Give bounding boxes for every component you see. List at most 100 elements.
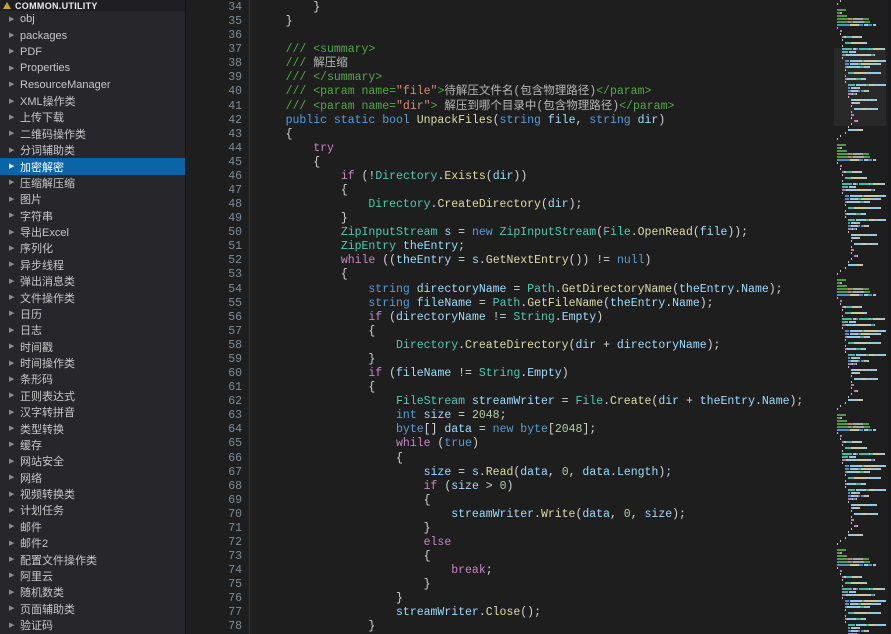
code-line-37[interactable]: 37/// <summary> [186, 43, 829, 57]
line-number: 70 [186, 508, 242, 522]
sidebar-item-14[interactable]: ▶导出Excel [0, 224, 185, 240]
sidebar-item-13[interactable]: ▶字符串 [0, 208, 185, 224]
sidebar-item-32[interactable]: ▶邮件 [0, 519, 185, 535]
sidebar-item-label: 上传下载 [20, 109, 64, 125]
sidebar-item-24[interactable]: ▶正则表达式 [0, 388, 185, 404]
sidebar-item-12[interactable]: ▶图片 [0, 191, 185, 207]
code-line-38[interactable]: 38/// 解压缩 [186, 57, 829, 71]
sidebar-item-17[interactable]: ▶弹出消息类 [0, 273, 185, 289]
code-line-57[interactable]: 57{ [186, 325, 829, 339]
sidebar-item-3[interactable]: ▶PDF [0, 44, 185, 60]
code-text: /// <param name="file">待解压文件名(包含物理路径)</p… [258, 85, 651, 99]
minimap-slider[interactable] [834, 48, 886, 126]
code-line-62[interactable]: 62FileStream streamWriter = File.Create(… [186, 395, 829, 409]
sidebar-item-7[interactable]: ▶上传下载 [0, 109, 185, 125]
sidebar-item-21[interactable]: ▶时间戳 [0, 339, 185, 355]
code-line-74[interactable]: 74break; [186, 564, 829, 578]
sidebar-item-33[interactable]: ▶邮件2 [0, 535, 185, 551]
code-line-77[interactable]: 77streamWriter.Close(); [186, 606, 829, 620]
code-line-76[interactable]: 76} [186, 592, 829, 606]
code-line-49[interactable]: 49} [186, 212, 829, 226]
code-line-72[interactable]: 72else [186, 536, 829, 550]
code-line-56[interactable]: 56if (directoryName != String.Empty) [186, 311, 829, 325]
sidebar-item-30[interactable]: ▶视频转换类 [0, 486, 185, 502]
code-line-61[interactable]: 61{ [186, 381, 829, 395]
sidebar-item-18[interactable]: ▶文件操作类 [0, 289, 185, 305]
code-line-68[interactable]: 68if (size > 0) [186, 480, 829, 494]
sidebar-item-label: XML操作类 [20, 93, 76, 109]
code-line-41[interactable]: 41/// <param name="dir"> 解压到哪个目录中(包含物理路径… [186, 100, 829, 114]
code-line-48[interactable]: 48Directory.CreateDirectory(dir); [186, 198, 829, 212]
sidebar-item-5[interactable]: ▶ResourceManager [0, 77, 185, 93]
code-line-44[interactable]: 44try [186, 142, 829, 156]
code-line-64[interactable]: 64byte[] data = new byte[2048]; [186, 423, 829, 437]
code-line-69[interactable]: 69{ [186, 494, 829, 508]
code-line-45[interactable]: 45{ [186, 156, 829, 170]
sidebar-item-29[interactable]: ▶网络 [0, 470, 185, 486]
sidebar-item-4[interactable]: ▶Properties [0, 60, 185, 76]
minimap[interactable] [834, 0, 886, 634]
code-line-54[interactable]: 54string directoryName = Path.GetDirecto… [186, 283, 829, 297]
code-line-36[interactable]: 36 [186, 29, 829, 43]
chevron-right-icon: ▶ [9, 261, 20, 268]
sidebar-item-19[interactable]: ▶日历 [0, 306, 185, 322]
code-line-66[interactable]: 66{ [186, 452, 829, 466]
code-line-35[interactable]: 35} [186, 15, 829, 29]
code-line-40[interactable]: 40/// <param name="file">待解压文件名(包含物理路径)<… [186, 85, 829, 99]
project-root-node[interactable]: COMMON.UTILITY [0, 0, 185, 11]
sidebar-item-label: ResourceManager [20, 79, 111, 91]
sidebar-item-1[interactable]: ▶obj [0, 11, 185, 27]
code-text: /// 解压缩 [258, 57, 348, 71]
sidebar-item-9[interactable]: ▶分词辅助类 [0, 142, 185, 158]
code-text: while (true) [258, 437, 479, 451]
sidebar-item-16[interactable]: ▶异步线程 [0, 257, 185, 273]
sidebar-item-8[interactable]: ▶二维码操作类 [0, 126, 185, 142]
sidebar-item-label: 缓存 [20, 437, 42, 453]
sidebar-item-35[interactable]: ▶阿里云 [0, 568, 185, 584]
sidebar-item-label: 类型转换 [20, 421, 64, 437]
code-line-58[interactable]: 58Directory.CreateDirectory(dir + direct… [186, 339, 829, 353]
sidebar-item-26[interactable]: ▶类型转换 [0, 420, 185, 436]
code-line-47[interactable]: 47{ [186, 184, 829, 198]
code-line-52[interactable]: 52while ((theEntry = s.GetNextEntry()) !… [186, 254, 829, 268]
code-line-65[interactable]: 65while (true) [186, 437, 829, 451]
code-line-43[interactable]: 43{ [186, 128, 829, 142]
sidebar-item-31[interactable]: ▶计划任务 [0, 502, 185, 518]
code-line-63[interactable]: 63int size = 2048; [186, 409, 829, 423]
code-line-73[interactable]: 73{ [186, 550, 829, 564]
code-line-78[interactable]: 78} [186, 620, 829, 634]
sidebar-item-28[interactable]: ▶网站安全 [0, 453, 185, 469]
code-line-67[interactable]: 67size = s.Read(data, 0, data.Length); [186, 466, 829, 480]
line-number: 44 [186, 142, 242, 156]
code-line-50[interactable]: 50ZipInputStream s = new ZipInputStream(… [186, 226, 829, 240]
sidebar-item-27[interactable]: ▶缓存 [0, 437, 185, 453]
code-line-75[interactable]: 75} [186, 578, 829, 592]
sidebar-item-23[interactable]: ▶条形码 [0, 371, 185, 387]
code-line-39[interactable]: 39/// </summary> [186, 71, 829, 85]
code-line-42[interactable]: 42public static bool UnpackFiles(string … [186, 114, 829, 128]
code-line-70[interactable]: 70streamWriter.Write(data, 0, size); [186, 508, 829, 522]
code-line-60[interactable]: 60if (fileName != String.Empty) [186, 367, 829, 381]
sidebar-item-25[interactable]: ▶汉字转拼音 [0, 404, 185, 420]
sidebar-item-2[interactable]: ▶packages [0, 27, 185, 43]
code-line-53[interactable]: 53{ [186, 268, 829, 282]
sidebar-item-38[interactable]: ▶验证码 [0, 617, 185, 633]
code-editor[interactable]: 34}35}3637/// <summary>38/// 解压缩39/// </… [186, 0, 891, 634]
sidebar-item-36[interactable]: ▶随机数类 [0, 584, 185, 600]
sidebar-item-11[interactable]: ▶压缩解压缩 [0, 175, 185, 191]
sidebar-item-22[interactable]: ▶时间操作类 [0, 355, 185, 371]
code-line-46[interactable]: 46if (!Directory.Exists(dir)) [186, 170, 829, 184]
code-line-51[interactable]: 51ZipEntry theEntry; [186, 240, 829, 254]
sidebar-item-10[interactable]: ▶加密解密 [0, 158, 185, 174]
code-line-59[interactable]: 59} [186, 353, 829, 367]
sidebar-item-6[interactable]: ▶XML操作类 [0, 93, 185, 109]
sidebar-item-20[interactable]: ▶日志 [0, 322, 185, 338]
sidebar-item-34[interactable]: ▶配置文件操作类 [0, 551, 185, 567]
chevron-right-icon: ▶ [9, 163, 20, 170]
code-text: FileStream streamWriter = File.Create(di… [258, 395, 803, 409]
sidebar-item-37[interactable]: ▶页面辅助类 [0, 601, 185, 617]
code-line-55[interactable]: 55string fileName = Path.GetFileName(the… [186, 297, 829, 311]
code-line-34[interactable]: 34} [186, 1, 829, 15]
code-line-71[interactable]: 71} [186, 522, 829, 536]
sidebar-item-15[interactable]: ▶序列化 [0, 240, 185, 256]
